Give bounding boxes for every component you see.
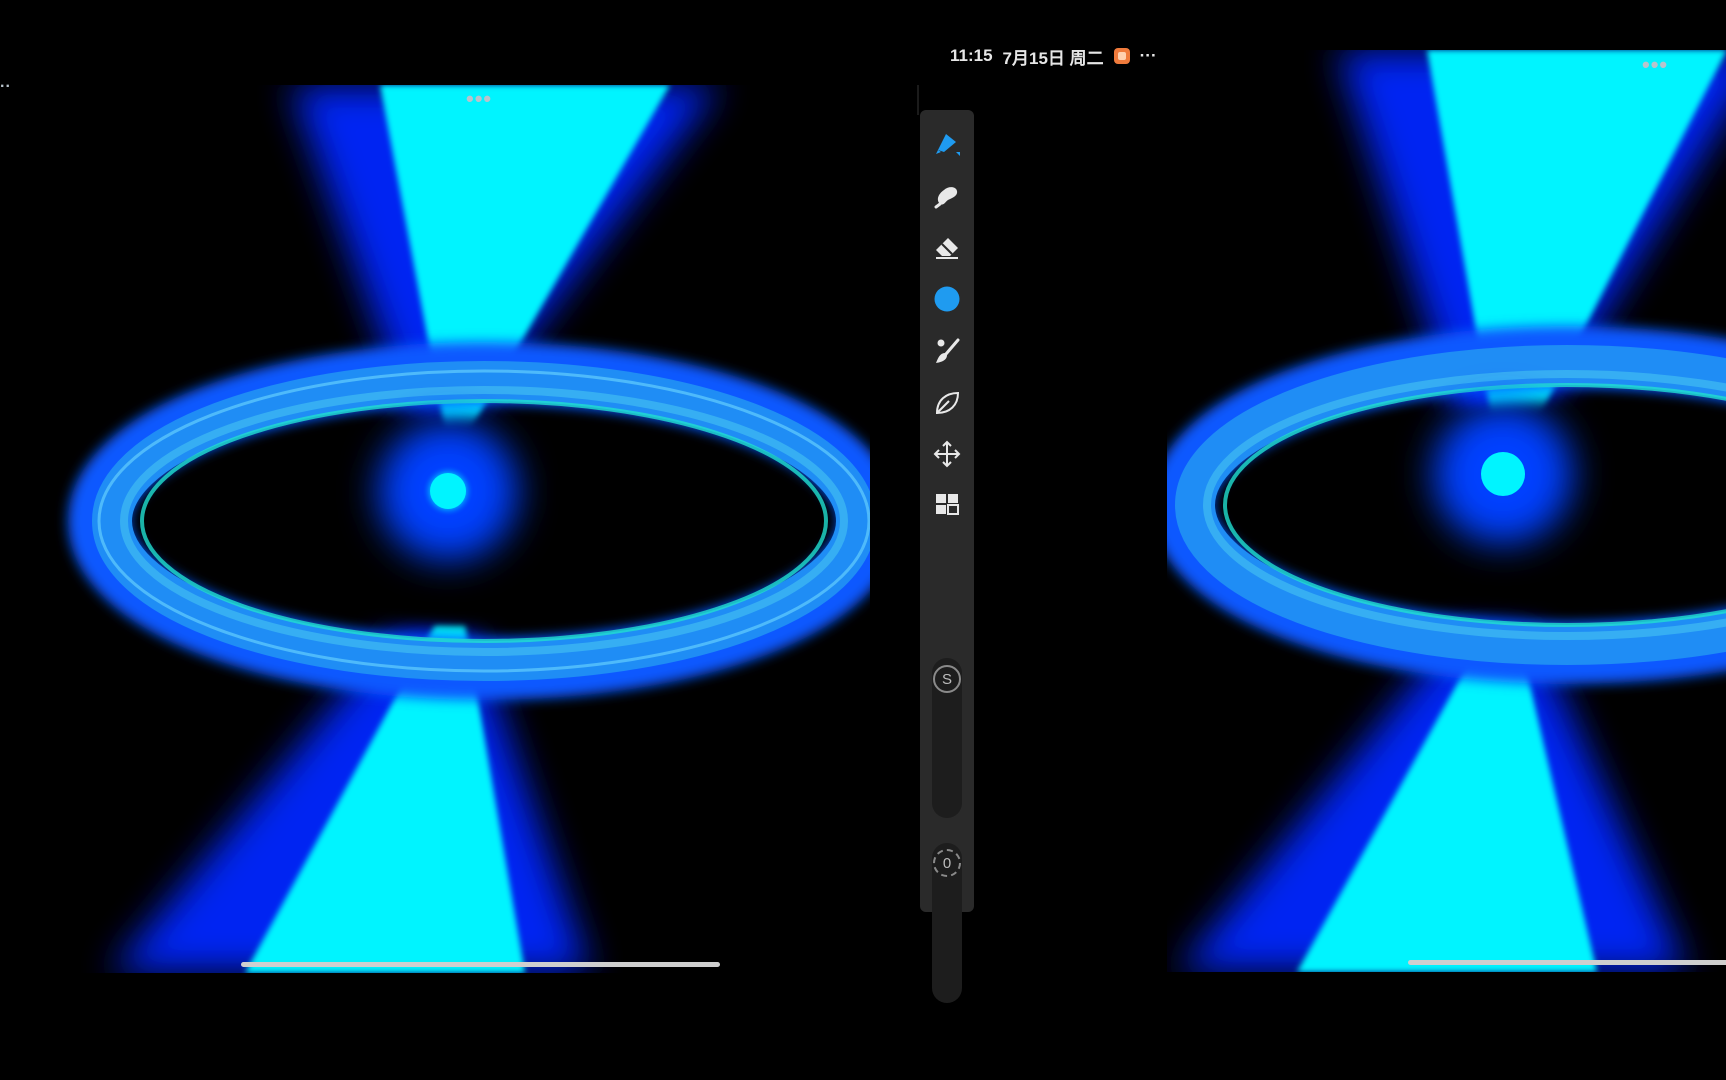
left-pane-more-button[interactable]: ••• [466,88,492,110]
status-time: 11:15 [950,46,993,65]
liquify-tool-button[interactable] [931,387,963,419]
move-icon [933,440,961,468]
right-canvas-pane[interactable] [1167,50,1726,972]
right-canvas-artwork[interactable] [1167,50,1726,972]
layers-button[interactable] [931,488,963,520]
status-bar: 11:15 7月15日 周二 ··· [950,44,1157,68]
smudge-icon [934,187,958,209]
left-home-indicator[interactable] [241,962,720,967]
eraser-tool-button[interactable] [931,231,963,263]
status-date: 7月15日 周二 [1002,48,1104,68]
right-pane-more-button[interactable]: ••• [1642,54,1668,76]
transform-tool-button[interactable] [931,438,963,470]
color-picker-button[interactable] [931,283,963,315]
app-notification-icon [1113,48,1130,64]
color-swatch-icon [934,286,960,312]
split-divider[interactable] [917,85,919,115]
right-home-indicator[interactable] [1408,960,1726,965]
leaf-icon [935,391,960,415]
brush-icon [936,134,960,156]
brush-tool-button[interactable] [931,127,963,159]
left-canvas-artwork[interactable] [0,85,870,973]
smudge-tool-button[interactable] [931,179,963,211]
edge-more-dots[interactable]: .. [0,75,11,91]
tool-sidebar: S 0 [920,110,974,1003]
eraser-icon [936,238,958,259]
status-more[interactable]: ··· [1140,46,1157,66]
brush-library-icon [936,338,960,363]
brush-library-button[interactable] [931,335,963,367]
left-canvas-pane[interactable] [0,85,870,973]
brush-size-knob[interactable]: S [933,665,961,693]
layers-icon [936,494,959,515]
opacity-knob[interactable]: 0 [933,849,961,877]
